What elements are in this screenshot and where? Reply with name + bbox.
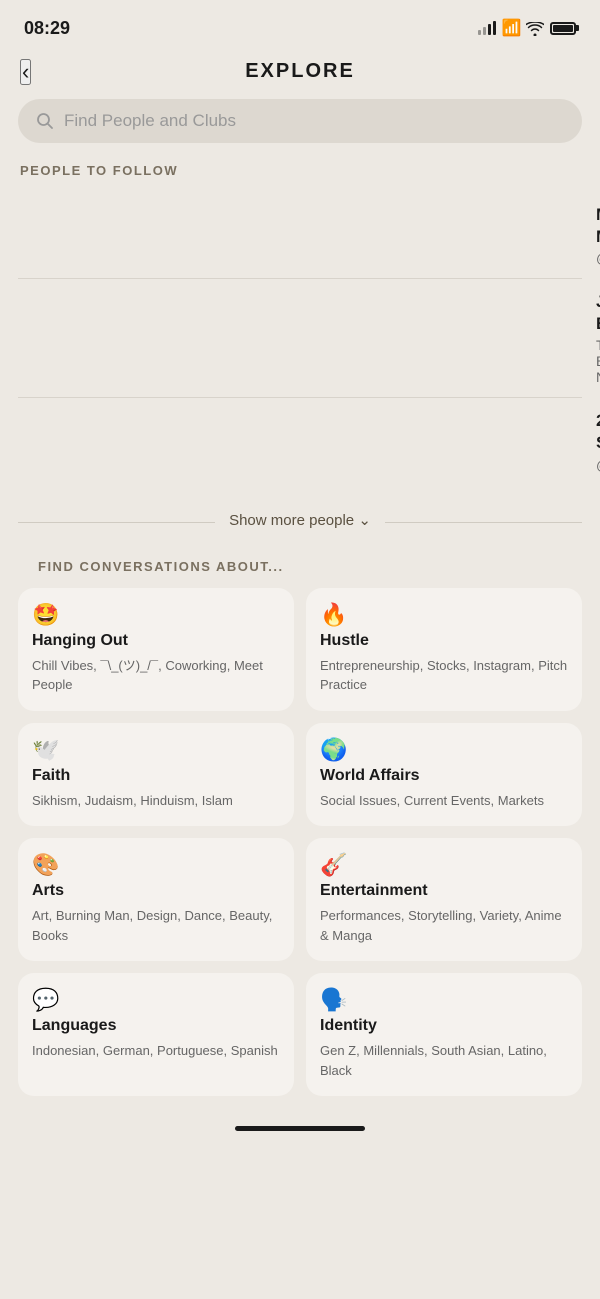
person-handle: @meekmill (596, 250, 600, 266)
status-icons: 📶 (478, 18, 576, 38)
topic-tags: Social Issues, Current Events, Markets (320, 791, 568, 811)
topic-name: Arts (32, 882, 64, 899)
search-container: Find People and Clubs (0, 99, 600, 163)
topic-name: Languages (32, 1017, 116, 1034)
topic-card-world-affairs[interactable]: 🌍 World Affairs Social Issues, Current E… (306, 723, 582, 827)
topic-tags: Chill Vibes, ¯\_(ツ)_/¯, Coworking, Meet … (32, 656, 280, 695)
page-title: EXPLORE (245, 60, 355, 83)
person-row: Joe Budden The Joe Budden Network. Follo… (18, 278, 582, 397)
conversations-section-label: FIND CONVERSATIONS ABOUT... (18, 559, 582, 588)
topic-card-hustle[interactable]: 🔥 Hustle Entrepreneurship, Stocks, Insta… (306, 588, 582, 711)
person-row: 21 Savage @21savage Follow (18, 397, 582, 484)
person-handle: @21savage (596, 457, 600, 473)
topic-emoji: 🗣️ (320, 987, 568, 1013)
wifi-icon: 📶 (502, 18, 544, 38)
people-section-label: PEOPLE TO FOLLOW (0, 163, 600, 192)
topic-name: Entertainment (320, 882, 428, 899)
topic-tags: Sikhism, Judaism, Hinduism, Islam (32, 791, 280, 811)
person-info: 21 Savage @21savage (596, 410, 600, 472)
person-info: Meek Mill @meekmill (596, 204, 600, 266)
topic-card-identity[interactable]: 🗣️ Identity Gen Z, Millennials, South As… (306, 973, 582, 1096)
topic-name: Identity (320, 1017, 377, 1034)
home-indicator (0, 1116, 600, 1139)
topic-emoji: 🤩 (32, 602, 280, 628)
people-list: Meek Mill @meekmill Follow Joe Budden Th… (0, 192, 600, 485)
home-bar (235, 1126, 365, 1131)
status-bar: 08:29 📶 (0, 0, 600, 50)
person-info: Joe Budden The Joe Budden Network. (596, 291, 600, 385)
topic-tags: Art, Burning Man, Design, Dance, Beauty,… (32, 906, 280, 945)
topic-emoji: 🎨 (32, 852, 280, 878)
status-time: 08:29 (24, 18, 70, 39)
topic-tags: Entrepreneurship, Stocks, Instagram, Pit… (320, 656, 568, 695)
topic-emoji: 🎸 (320, 852, 568, 878)
show-more-button[interactable]: Show more people ⌄ (215, 505, 385, 535)
topic-card-faith[interactable]: 🕊️ Faith Sikhism, Judaism, Hinduism, Isl… (18, 723, 294, 827)
back-button[interactable]: ‹ (20, 59, 31, 85)
header: ‹ EXPLORE (0, 50, 600, 99)
person-name: Meek Mill (596, 204, 600, 248)
topic-card-entertainment[interactable]: 🎸 Entertainment Performances, Storytelli… (306, 838, 582, 961)
topic-emoji: 💬 (32, 987, 280, 1013)
topic-name: Faith (32, 767, 70, 784)
person-row: Meek Mill @meekmill Follow (18, 192, 582, 278)
conversations-grid: 🤩 Hanging Out Chill Vibes, ¯\_(ツ)_/¯, Co… (18, 588, 582, 1117)
person-name: Joe Budden (596, 291, 600, 335)
person-handle: The Joe Budden Network. (596, 337, 600, 385)
chevron-down-icon: ⌄ (358, 512, 371, 529)
search-bar[interactable]: Find People and Clubs (18, 99, 582, 143)
topic-card-hanging-out[interactable]: 🤩 Hanging Out Chill Vibes, ¯\_(ツ)_/¯, Co… (18, 588, 294, 711)
topic-emoji: 🔥 (320, 602, 568, 628)
topic-emoji: 🌍 (320, 737, 568, 763)
search-input-placeholder: Find People and Clubs (64, 111, 236, 131)
topic-card-languages[interactable]: 💬 Languages Indonesian, German, Portugue… (18, 973, 294, 1096)
topic-tags: Indonesian, German, Portuguese, Spanish (32, 1041, 280, 1061)
topic-name: Hanging Out (32, 632, 128, 649)
topic-name: Hustle (320, 632, 369, 649)
battery-icon (550, 22, 576, 35)
topic-name: World Affairs (320, 767, 420, 784)
topic-tags: Performances, Storytelling, Variety, Ani… (320, 906, 568, 945)
conversations-section: FIND CONVERSATIONS ABOUT... 🤩 Hanging Ou… (0, 559, 600, 1117)
signal-icon (478, 21, 496, 35)
person-name: 21 Savage (596, 410, 600, 454)
topic-emoji: 🕊️ (32, 737, 280, 763)
show-more-container: Show more people ⌄ (0, 485, 600, 559)
topic-card-arts[interactable]: 🎨 Arts Art, Burning Man, Design, Dance, … (18, 838, 294, 961)
search-icon (36, 112, 54, 130)
topic-tags: Gen Z, Millennials, South Asian, Latino,… (320, 1041, 568, 1080)
